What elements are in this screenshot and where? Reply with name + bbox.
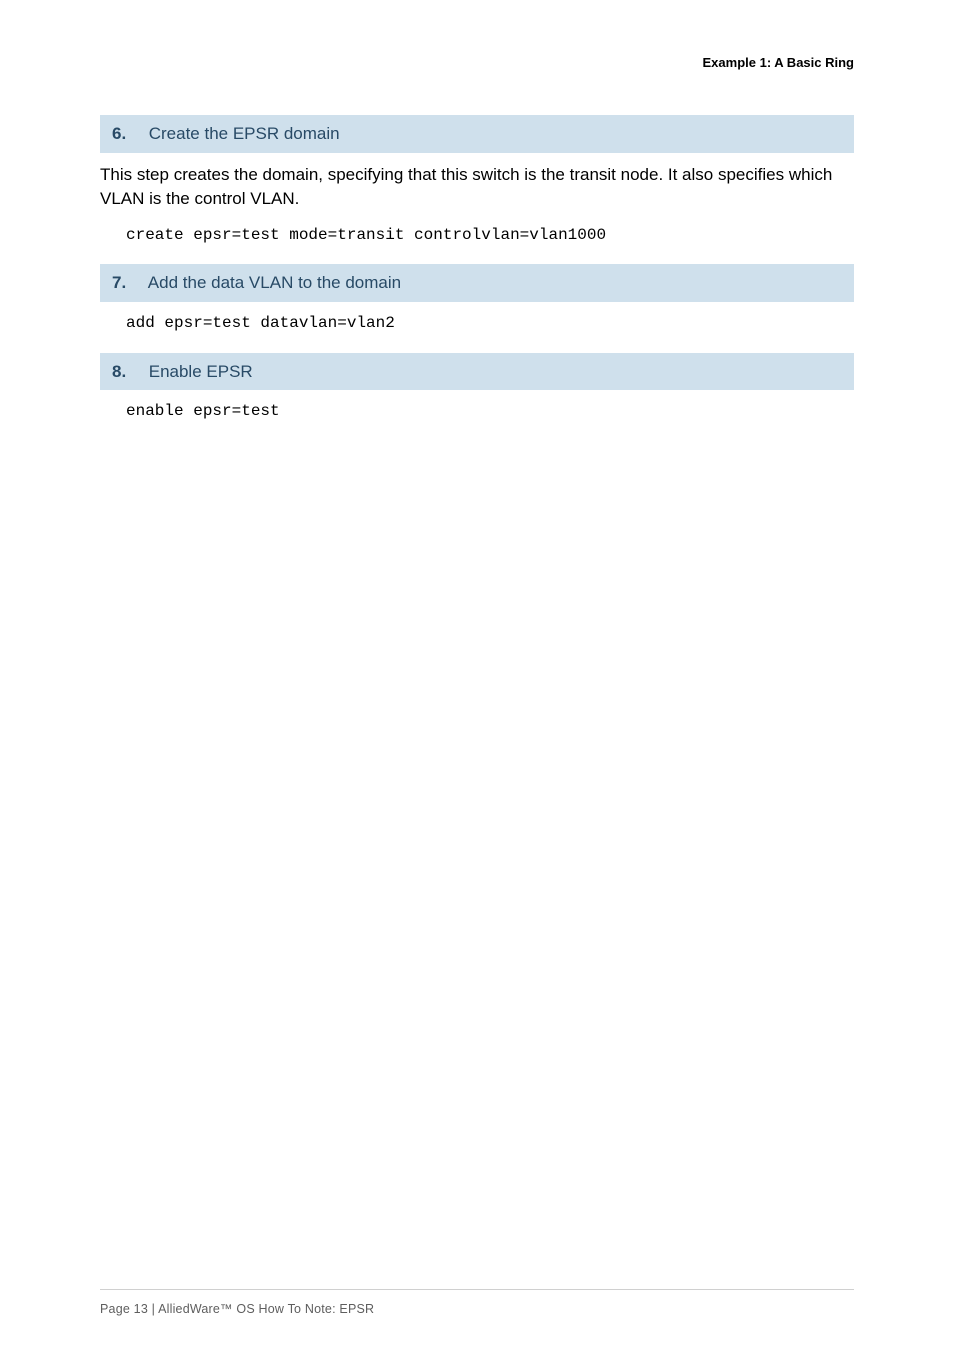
- step-8-number: 8.: [112, 360, 144, 384]
- main-content: 6. Create the EPSR domain This step crea…: [100, 115, 854, 423]
- step-7-code: add epsr=test datavlan=vlan2: [126, 312, 854, 334]
- step-8-title: Enable EPSR: [149, 362, 253, 381]
- step-7-bar: 7. Add the data VLAN to the domain: [100, 264, 854, 302]
- step-8-code: enable epsr=test: [126, 400, 854, 422]
- step-8-bar: 8. Enable EPSR: [100, 353, 854, 391]
- step-6-title: Create the EPSR domain: [149, 124, 340, 143]
- step-6-bar: 6. Create the EPSR domain: [100, 115, 854, 153]
- running-head: Example 1: A Basic Ring: [703, 55, 854, 70]
- footer-text: Page 13 | AlliedWare™ OS How To Note: EP…: [100, 1302, 374, 1316]
- footer-rule: [100, 1289, 854, 1290]
- step-6-paragraph: This step creates the domain, specifying…: [100, 163, 854, 212]
- step-7-number: 7.: [112, 271, 144, 295]
- step-6-number: 6.: [112, 122, 144, 146]
- step-6-code: create epsr=test mode=transit controlvla…: [126, 224, 854, 246]
- step-7-title: Add the data VLAN to the domain: [148, 273, 401, 292]
